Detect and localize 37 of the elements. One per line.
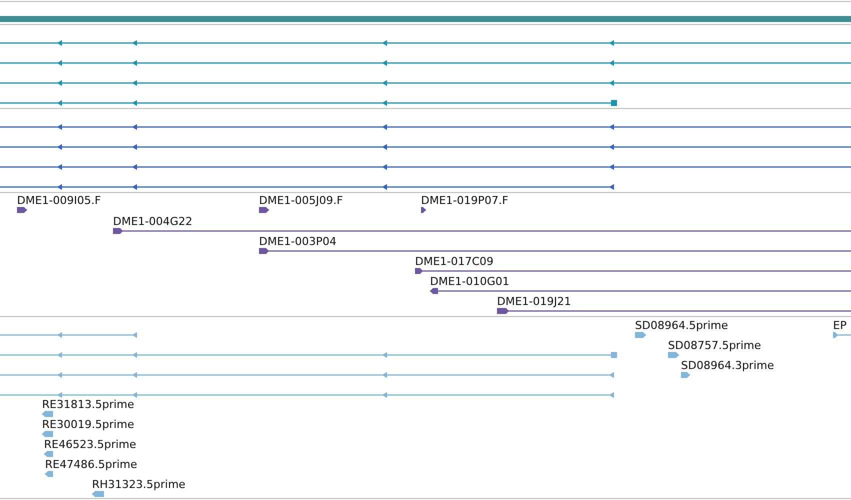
transcript-line[interactable] (0, 352, 617, 358)
feature-label: DME1-003P04 (259, 235, 337, 248)
alignment-glyph[interactable] (113, 228, 851, 234)
feature-label: DME1-019P07.F (421, 194, 508, 207)
alignment-glyph[interactable] (421, 207, 426, 213)
alignment-glyph[interactable] (415, 268, 851, 274)
transcript-line[interactable] (0, 372, 614, 378)
alignment-glyph[interactable] (497, 308, 851, 314)
alignment-glyph[interactable] (259, 248, 851, 254)
feature-label: SD08964.3prime (681, 359, 774, 372)
feature-label: RE46523.5prime (44, 438, 136, 451)
feature-label: DME1-009I05.F (17, 194, 101, 207)
feature-label: DME1-017C09 (415, 255, 494, 268)
transcript-line[interactable] (0, 100, 617, 106)
transcript-line[interactable] (0, 164, 851, 170)
transcript-line[interactable] (0, 332, 137, 338)
transcript-line[interactable] (0, 40, 851, 46)
feature-label: RH31323.5prime (92, 478, 186, 491)
feature-label: RE31813.5prime (42, 398, 134, 411)
transcript-line[interactable] (0, 124, 851, 130)
alignment-glyph[interactable] (430, 288, 851, 294)
transcript-line[interactable] (0, 184, 614, 190)
feature-label: SD08964.5prime (635, 319, 728, 332)
feature-label: EP (833, 319, 847, 332)
transcript-line[interactable] (0, 60, 851, 66)
transcript-line[interactable] (0, 80, 851, 86)
feature-label: DME1-004G22 (113, 215, 192, 228)
feature-label: DME1-010G01 (430, 275, 510, 288)
feature-label: DME1-019J21 (497, 295, 572, 308)
feature-label: RE30019.5prime (42, 418, 134, 431)
transcript-line[interactable] (0, 392, 614, 398)
alignment-glyph[interactable] (259, 207, 269, 213)
alignment-glyph[interactable] (17, 207, 27, 213)
feature-label: DME1-005J09.F (259, 194, 343, 207)
feature-label: RE47486.5prime (45, 458, 138, 471)
feature-label: SD08757.5prime (668, 339, 761, 352)
transcript-line[interactable] (0, 144, 851, 150)
